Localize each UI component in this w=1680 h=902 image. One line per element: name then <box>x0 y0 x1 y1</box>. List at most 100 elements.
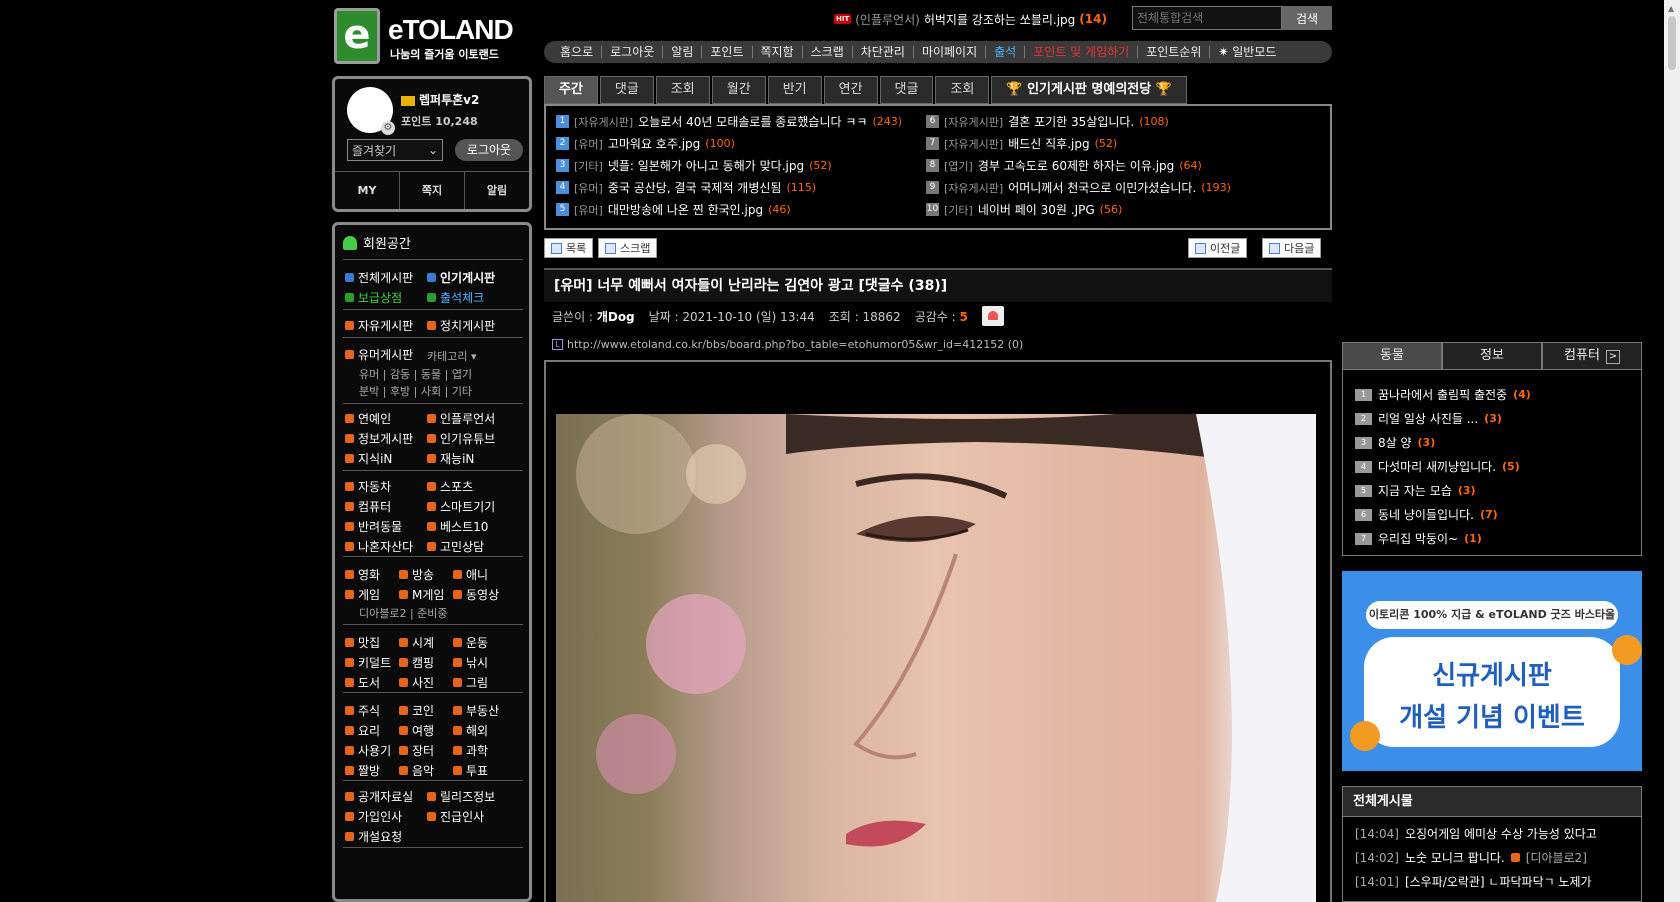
sidebar-item[interactable]: 요리 <box>345 722 380 739</box>
sidebar-item[interactable]: 게임 <box>345 586 380 603</box>
rank-title[interactable]: 오늘로서 40년 모태솔로를 종료했습니다 ㅋㅋ <box>638 113 867 130</box>
report-icon[interactable] <box>981 306 1004 326</box>
hit-title[interactable]: 허벅지를 강조하는 쏘블리.jpg <box>924 11 1075 28</box>
tab-info[interactable]: 정보 <box>1442 342 1542 370</box>
item-title[interactable]: 리얼 일상 사진들 ... <box>1378 410 1478 427</box>
sidebar-item[interactable]: 낚시 <box>453 654 488 671</box>
list-item[interactable]: 3 8살 양 (3) <box>1355 434 1435 451</box>
nav-points[interactable]: 포인트 <box>702 46 753 58</box>
sidebar-item[interactable]: 그림 <box>453 674 488 691</box>
sidebar-item[interactable]: 나혼자산다 <box>345 538 413 555</box>
sidebar-item[interactable]: 스포츠 <box>427 478 473 495</box>
sidebar-item[interactable]: 고민상담 <box>427 538 484 555</box>
tab-computer[interactable]: 컴퓨터 > <box>1542 342 1642 370</box>
list-item[interactable]: 5 지금 자는 모습 (3) <box>1355 482 1476 499</box>
hit-headline[interactable]: HIT (인플루언서) 허벅지를 강조하는 쏘블리.jpg (14) <box>834 10 1107 28</box>
item-title[interactable]: 꿈나라에서 출림픽 출전중 <box>1378 386 1507 403</box>
list-item[interactable]: 4 다섯마리 새끼냥입니다. (5) <box>1355 458 1520 475</box>
scroll-up-icon[interactable]: ▲ <box>1668 4 1674 13</box>
group-d-sub[interactable]: 디아블로2 | 준비중 <box>359 605 448 621</box>
author-name[interactable]: 개Dog <box>597 310 635 324</box>
sidebar-item-free[interactable]: 자유게시판 <box>345 317 413 334</box>
sidebar-item[interactable]: M게임 <box>399 586 444 603</box>
item-title[interactable]: 다섯마리 새끼냥입니다. <box>1378 458 1496 475</box>
sidebar-item[interactable]: 연예인 <box>345 410 391 427</box>
tab-my[interactable]: MY <box>335 172 400 209</box>
sidebar-item[interactable]: 인플루언서 <box>427 410 495 427</box>
sidebar-item[interactable]: 방송 <box>399 566 434 583</box>
tab-weekly[interactable]: 주간 <box>544 76 598 104</box>
nav-logout[interactable]: 로그아웃 <box>602 46 664 58</box>
nav-messages[interactable]: 쪽지함 <box>753 46 803 58</box>
sidebar-item[interactable]: 여행 <box>399 722 434 739</box>
sidebar-item[interactable]: 반려동물 <box>345 518 402 535</box>
sidebar-item[interactable]: 코인 <box>399 702 434 719</box>
sidebar-item[interactable]: 주식 <box>345 702 380 719</box>
sidebar-item[interactable]: 영화 <box>345 566 380 583</box>
ranking-item[interactable]: 10 [기타] 네이버 페이 30원 .JPG (56) <box>926 201 1122 218</box>
ranking-item[interactable]: 1 [자유게시판] 오늘로서 40년 모태솔로를 종료했습니다 ㅋㅋ (243) <box>556 113 902 130</box>
search-button[interactable]: 검색 <box>1282 6 1332 30</box>
nav-block[interactable]: 차단관리 <box>853 46 914 58</box>
ranking-item[interactable]: 8 [엽기] 경부 고속도로 60제한 하자는 이유.jpg (64) <box>926 157 1202 174</box>
tab-weekly-views[interactable]: 조회 <box>655 76 710 104</box>
rank-title[interactable]: 대만방송에 나온 찐 한국인.jpg <box>608 201 763 218</box>
ranking-item[interactable]: 6 [자유게시판] 결혼 포기한 35살입니다. (108) <box>926 113 1169 130</box>
sidebar-item[interactable]: 스마트기기 <box>427 498 495 515</box>
sidebar-item[interactable]: 애니 <box>453 566 488 583</box>
ranking-item[interactable]: 4 [유머] 중국 공산당, 결국 국제적 개병신됨 (115) <box>556 179 816 196</box>
sidebar-item[interactable]: 시계 <box>399 634 434 651</box>
sidebar-item[interactable]: 부동산 <box>453 702 499 719</box>
ranking-item[interactable]: 9 [자유게시판] 어머니께서 천국으로 이민가셨습니다. (193) <box>926 179 1231 196</box>
tab-yearly-comments[interactable]: 댓글 <box>879 76 934 104</box>
sidebar-item-popular[interactable]: 인기게시판 <box>427 269 495 286</box>
site-logo[interactable]: e eTOLAND 나눔의 즐거움 이토랜드 <box>334 8 514 64</box>
sidebar-item[interactable]: 재능iN <box>427 450 474 467</box>
list-button[interactable]: 목록 <box>544 238 594 258</box>
rank-title[interactable]: 네이버 페이 30원 .JPG <box>978 201 1095 218</box>
sidebar-item[interactable]: 키덜트 <box>345 654 391 671</box>
humor-subcategories-2[interactable]: 분박 | 후방 | 사회 | 기타 <box>359 383 472 399</box>
rank-title[interactable]: 경부 고속도로 60제한 하자는 이유.jpg <box>978 157 1174 174</box>
prev-post-button[interactable]: 이전글 <box>1188 238 1248 258</box>
rank-title[interactable]: 넷플: 일본해가 아니고 동해가 맞다.jpg <box>608 157 804 174</box>
list-item[interactable]: [14:01] [스우파/오락관] ㄴ파닥파닥ㄱ 노제가 <box>1355 873 1592 890</box>
nav-normal-mode[interactable]: ✷ 일반모드 <box>1210 46 1284 58</box>
rank-title[interactable]: 중국 공산당, 결국 국제적 개병신됨 <box>608 179 782 196</box>
sidebar-item[interactable]: 진급인사 <box>427 808 484 825</box>
sidebar-item[interactable]: 음악 <box>399 762 434 779</box>
list-item[interactable]: 6 동네 냥이들입니다. (7) <box>1355 506 1498 523</box>
list-item[interactable]: [14:02] 노숫 모니크 팝니다. [디아블로2] <box>1355 849 1587 866</box>
sidebar-item-politics[interactable]: 정치게시판 <box>427 317 495 334</box>
tab-monthly[interactable]: 월간 <box>711 76 766 104</box>
humor-category-toggle[interactable]: 카테고리 ▾ <box>427 348 477 364</box>
tab-animals[interactable]: 동물 <box>1342 342 1442 370</box>
list-item[interactable]: 2 리얼 일상 사진들 ... (3) <box>1355 410 1502 427</box>
sidebar-item[interactable]: 공개자료실 <box>345 788 413 805</box>
sidebar-item-humor[interactable]: 유머게시판 <box>345 346 413 363</box>
sidebar-item[interactable]: 맛집 <box>345 634 380 651</box>
item-title[interactable]: 지금 자는 모습 <box>1378 482 1452 499</box>
favorites-select[interactable]: 즐겨찾기 ⌄ <box>347 139 443 161</box>
post-title[interactable]: [스우파/오락관] ㄴ파닥파닥ㄱ 노제가 <box>1405 873 1592 890</box>
ranking-item[interactable]: 2 [유머] 고마워요 호주.jpg (100) <box>556 135 735 152</box>
sidebar-item-all-boards[interactable]: 전체게시판 <box>345 269 413 286</box>
tab-half-year[interactable]: 반기 <box>767 76 822 104</box>
post-title[interactable]: 오징어게임 에미상 수상 가능성 있다고 <box>1405 825 1597 842</box>
post-title[interactable]: 노숫 모니크 팝니다. <box>1405 849 1505 866</box>
sidebar-item[interactable]: 짤방 <box>345 762 380 779</box>
scrap-button[interactable]: 스크랩 <box>598 238 658 258</box>
sidebar-item[interactable]: 컴퓨터 <box>345 498 391 515</box>
rank-title[interactable]: 결혼 포기한 35살입니다. <box>1008 113 1134 130</box>
chevron-right-icon[interactable]: > <box>1605 350 1620 364</box>
event-banner[interactable]: 이토리콘 100% 지급 & eTOLAND 굿즈 바스타올 신규게시판 개설 … <box>1342 571 1642 771</box>
logout-button[interactable]: 로그아웃 <box>455 139 523 161</box>
nav-scrap[interactable]: 스크랩 <box>803 46 853 58</box>
tab-yearly-views[interactable]: 조회 <box>935 76 990 104</box>
sidebar-item-shop[interactable]: 보급상점 <box>345 289 402 306</box>
sidebar-item[interactable]: 과학 <box>453 742 488 759</box>
item-title[interactable]: 우리집 막둥이~ <box>1378 530 1458 547</box>
sidebar-item[interactable]: 릴리즈정보 <box>427 788 495 805</box>
nav-attendance[interactable]: 출석 <box>986 46 1026 58</box>
tab-hall-of-fame[interactable]: 🏆 인기게시판 명예의전당 🏆 <box>991 76 1187 104</box>
